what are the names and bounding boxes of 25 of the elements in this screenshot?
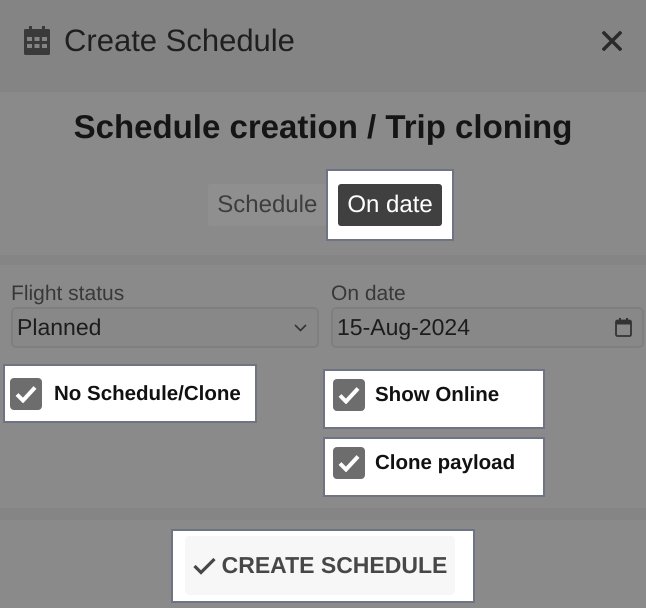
date-field[interactable]: 15-Aug-2024 xyxy=(331,307,644,348)
check-icon xyxy=(338,454,360,472)
check-icon xyxy=(338,386,360,404)
checkbox-label: Show Online xyxy=(375,382,500,408)
checkbox-label: No Schedule/Clone xyxy=(54,380,241,406)
dialog-title: Create Schedule xyxy=(64,25,295,56)
create-schedule-button[interactable]: CREATE SCHEDULE xyxy=(184,536,456,595)
close-icon[interactable] xyxy=(602,30,622,50)
chevron-down-icon xyxy=(294,324,307,332)
mode-tab[interactable]: On date xyxy=(338,184,442,226)
checkbox[interactable] xyxy=(10,378,42,410)
field-label: Flight status xyxy=(11,282,126,306)
check-icon xyxy=(15,384,37,402)
checkmark-icon xyxy=(192,556,216,574)
checkbox[interactable] xyxy=(333,447,365,479)
dropdown-field[interactable]: Planned xyxy=(11,307,319,348)
calendar-icon xyxy=(615,318,632,337)
field-value: 15-Aug-2024 xyxy=(337,316,470,339)
field-value: Planned xyxy=(17,316,102,339)
checkbox[interactable] xyxy=(333,379,365,411)
section-heading: Schedule creation / Trip cloning xyxy=(74,107,572,147)
checkbox-label: Clone payload xyxy=(375,450,516,476)
calendar-icon xyxy=(24,26,50,55)
mode-tab[interactable]: Schedule xyxy=(208,184,326,226)
field-label: On date xyxy=(331,282,407,306)
